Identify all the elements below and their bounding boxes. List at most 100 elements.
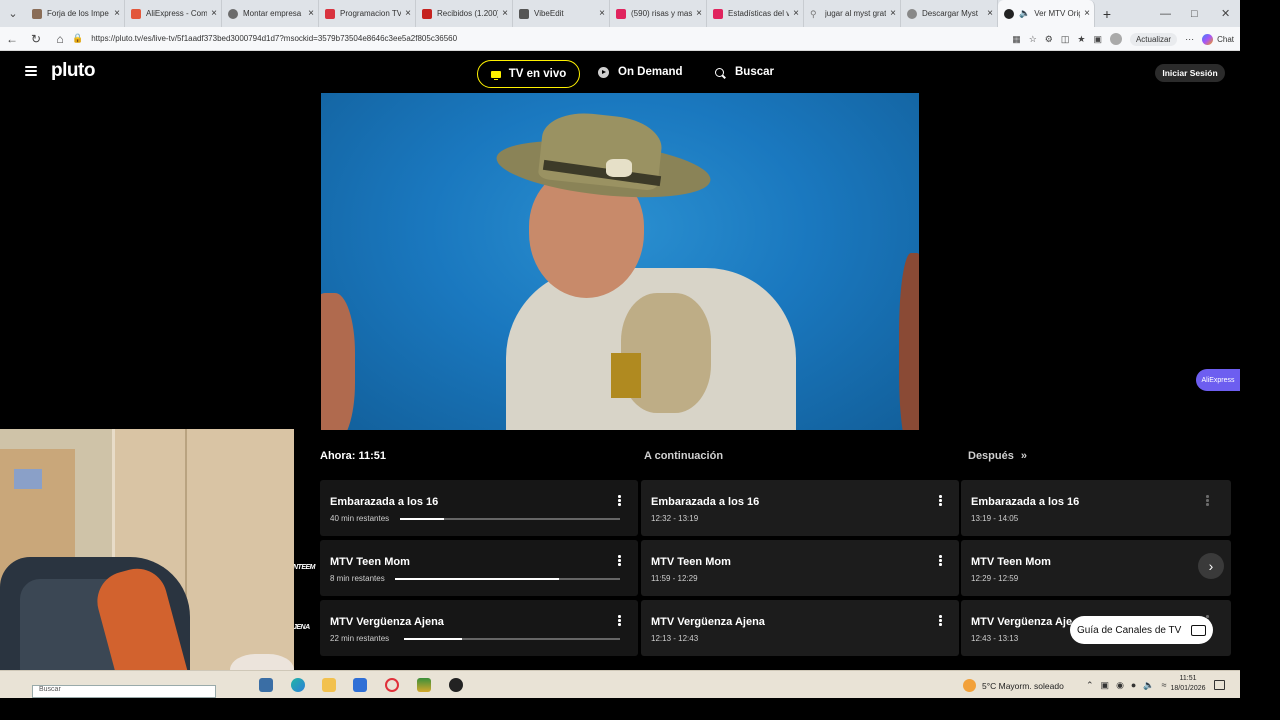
progress-fill [400, 517, 444, 520]
browser-tab[interactable]: AliExpress - Comp × [125, 0, 222, 27]
more-options-icon[interactable] [618, 615, 621, 627]
program-cell-now[interactable]: MTV Vergüenza Ajena 22 min restantes [320, 600, 638, 656]
collections-icon[interactable]: ▣ [1093, 34, 1102, 45]
browser-tab[interactable]: Programacion TV × [319, 0, 416, 27]
notifications-icon[interactable] [1214, 680, 1225, 690]
nav-on-demand[interactable]: On Demand [598, 66, 683, 78]
video-player[interactable] [321, 93, 919, 430]
video-frame-detail [321, 293, 355, 430]
program-cell-next[interactable]: MTV Teen Mom 11:59 - 12:29 [641, 540, 959, 596]
chat-button[interactable]: Chat [1202, 33, 1234, 45]
more-options-icon[interactable] [1206, 495, 1209, 507]
close-window-button[interactable]: ✕ [1221, 0, 1230, 27]
tab-favicon-icon [1004, 8, 1014, 19]
network-icon[interactable]: ◉ [1116, 680, 1124, 691]
close-icon[interactable]: × [114, 8, 120, 19]
menu-icon[interactable] [25, 66, 37, 76]
close-icon[interactable]: × [502, 8, 508, 19]
time-remaining: 40 min restantes [330, 514, 390, 523]
nav-live-tv[interactable]: TV en vivo [477, 60, 580, 88]
nav-search[interactable]: Buscar [715, 66, 774, 78]
browser-tab-active[interactable]: 🔈 Ver MTV Orig × [998, 0, 1095, 27]
close-icon[interactable]: × [696, 8, 702, 19]
channel-guide-button[interactable]: Guía de Canales de TV [1070, 616, 1213, 644]
update-button[interactable]: Actualizar [1129, 32, 1178, 46]
weather-widget[interactable]: 5°C Mayorm. soleado [963, 679, 1064, 692]
close-icon[interactable]: × [308, 8, 314, 19]
extensions-icon[interactable]: ⚙ [1045, 34, 1053, 45]
program-cell-next[interactable]: MTV Vergüenza Ajena 12:13 - 12:43 [641, 600, 959, 656]
time-remaining: 22 min restantes [330, 634, 390, 643]
close-icon[interactable]: × [890, 8, 896, 19]
volume-icon[interactable]: 🔈 [1143, 680, 1154, 691]
app-icon[interactable] [449, 678, 463, 692]
tab-favicon-icon: ⚲ [810, 8, 817, 19]
reload-button[interactable]: ↻ [24, 32, 48, 46]
video-frame-detail [611, 353, 641, 398]
maximize-button[interactable]: □ [1191, 0, 1198, 27]
split-screen-icon[interactable]: ◫ [1061, 34, 1070, 45]
read-aloud-icon[interactable]: ▦ [1012, 34, 1021, 45]
chevron-up-icon[interactable]: ⌃ [1086, 680, 1094, 691]
browser-tab[interactable]: Recibidos (1.200) × [416, 0, 513, 27]
wifi-icon[interactable]: ≈ [1162, 680, 1167, 691]
back-button[interactable]: ← [0, 32, 24, 46]
home-button[interactable]: ⌂ [48, 32, 72, 46]
browser-tab[interactable]: Montar empresa × [222, 0, 319, 27]
close-icon[interactable]: × [1084, 8, 1090, 19]
browser-tab[interactable]: Descargar Myst × [901, 0, 998, 27]
browser-tab[interactable]: VibeEdit × [513, 0, 610, 27]
guide-later-header[interactable]: Después » [968, 450, 1027, 462]
close-icon[interactable]: × [599, 8, 605, 19]
browser-tab[interactable]: Estadísticas del v × [707, 0, 804, 27]
profile-avatar[interactable] [1109, 33, 1122, 45]
close-icon[interactable]: × [793, 8, 799, 19]
scroll-right-button[interactable]: › [1198, 553, 1224, 579]
browser-tab[interactable]: (590) risas y mas × [610, 0, 707, 27]
microphone-icon[interactable]: ● [1131, 680, 1136, 691]
opera-icon[interactable] [385, 678, 399, 692]
close-icon[interactable]: × [211, 8, 217, 19]
aliexpress-badge[interactable]: AliExpress [1196, 369, 1240, 391]
channel-logo[interactable]: JENA [293, 624, 317, 631]
program-cell-next[interactable]: Embarazada a los 16 12:32 - 13:19 [641, 480, 959, 536]
browser-tab[interactable]: ⚲ jugar al myst grat × [804, 0, 901, 27]
edge-icon[interactable] [291, 678, 305, 692]
more-menu-icon[interactable]: ⋯ [1185, 34, 1194, 45]
new-tab-button[interactable]: + [1095, 6, 1119, 22]
more-options-icon[interactable] [939, 495, 942, 507]
pluto-logo[interactable]: pluto [51, 60, 95, 82]
close-icon[interactable]: × [405, 8, 411, 19]
program-cell-now[interactable]: Embarazada a los 16 40 min restantes [320, 480, 638, 536]
tab-list-chevron-icon[interactable]: ⌄ [0, 0, 26, 27]
app-icon[interactable] [417, 678, 431, 692]
channel-logo[interactable]: NTEEM [293, 564, 317, 571]
taskbar-clock[interactable]: 11:51 18/01/2026 [1168, 674, 1208, 694]
url-field[interactable]: https://pluto.tv/es/live-tv/5f1aadf373be… [91, 34, 457, 43]
tab-favicon-icon [131, 8, 141, 19]
file-explorer-icon[interactable] [322, 678, 336, 692]
time-remaining: 8 min restantes [330, 574, 385, 583]
close-icon[interactable]: × [987, 8, 993, 19]
program-cell-later[interactable]: MTV Teen Mom 12:29 - 12:59 [961, 540, 1231, 596]
more-options-icon[interactable] [939, 555, 942, 567]
sign-in-button[interactable]: Iniciar Sesión [1155, 64, 1225, 82]
minimize-button[interactable]: — [1160, 0, 1171, 27]
task-view-icon[interactable] [259, 678, 273, 692]
favorites-icon[interactable]: ★ [1077, 34, 1085, 45]
more-options-icon[interactable] [939, 615, 942, 627]
more-options-icon[interactable] [618, 555, 621, 567]
taskbar-search[interactable]: Buscar [32, 685, 216, 698]
favorite-star-icon[interactable]: ☆ [1029, 34, 1037, 45]
browser-tab[interactable]: Forja de los Impe × [26, 0, 125, 27]
screen-border [1240, 0, 1280, 720]
program-cell-later[interactable]: Embarazada a los 16 13:19 - 14:05 [961, 480, 1231, 536]
tray-app-icon[interactable]: ▣ [1101, 680, 1110, 691]
more-options-icon[interactable] [618, 495, 621, 507]
monitor-icon [1191, 624, 1207, 636]
program-title: MTV Vergüenza Aje [971, 616, 1073, 628]
outlook-icon[interactable] [353, 678, 367, 692]
program-title: Embarazada a los 16 [651, 496, 760, 508]
program-cell-now[interactable]: MTV Teen Mom 8 min restantes [320, 540, 638, 596]
speaker-icon[interactable]: 🔈 [1019, 8, 1030, 19]
